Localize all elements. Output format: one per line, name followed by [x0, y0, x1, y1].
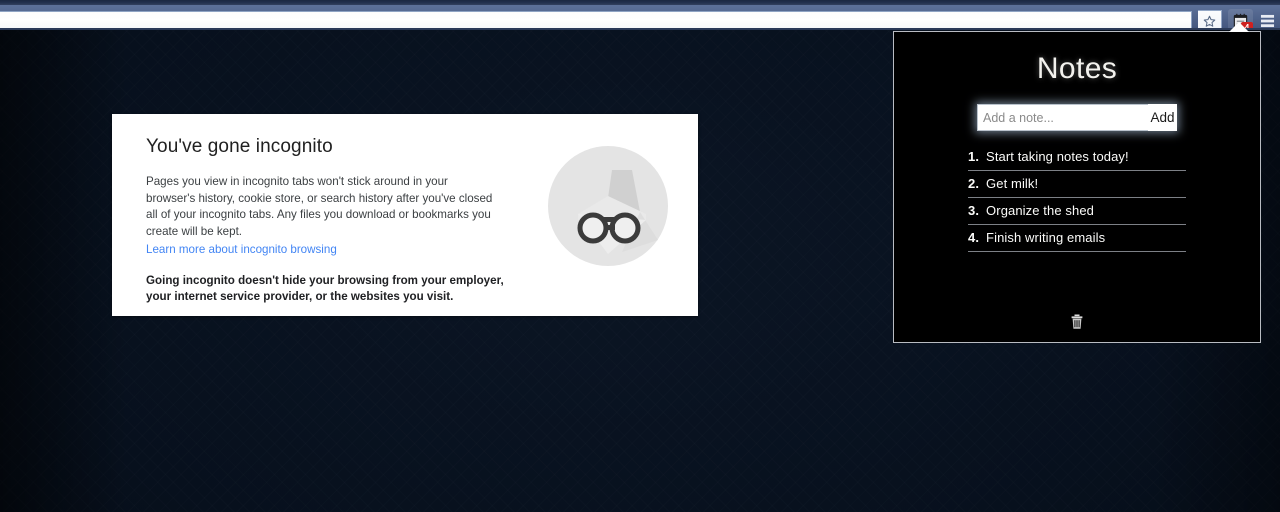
note-text: Start taking notes today! — [986, 149, 1129, 164]
incognito-description: Pages you view in incognito tabs won't s… — [146, 175, 493, 238]
browser-toolbar: 4 — [0, 5, 1280, 34]
notes-list: 1. Start taking notes today! 2. Get milk… — [968, 144, 1186, 252]
note-text: Get milk! — [986, 176, 1039, 191]
popup-pointer-arrow — [1229, 22, 1249, 32]
delete-all-notes-button[interactable] — [894, 314, 1260, 330]
note-index: 3. — [968, 203, 980, 218]
note-text: Finish writing emails — [986, 230, 1106, 245]
add-note-row: Add — [977, 104, 1177, 131]
incognito-hat-glasses-icon — [548, 146, 668, 266]
note-index: 2. — [968, 176, 980, 191]
hamburger-menu-icon — [1260, 14, 1275, 28]
note-list-item[interactable]: 3. Organize the shed — [968, 198, 1186, 225]
notes-extension-popup: Notes Add 1. Start taking notes today! 2… — [893, 31, 1261, 343]
note-index: 1. — [968, 149, 980, 164]
note-list-item[interactable]: 4. Finish writing emails — [968, 225, 1186, 252]
popup-title: Notes — [1036, 52, 1118, 85]
browser-window: 4 You've gone incognito Pages you view i… — [0, 0, 1280, 512]
note-text: Organize the shed — [986, 203, 1094, 218]
incognito-warning-text: Going incognito doesn't hide your browsi… — [146, 273, 504, 304]
note-index: 4. — [968, 230, 980, 245]
note-list-item[interactable]: 1. Start taking notes today! — [968, 144, 1186, 171]
note-input[interactable] — [977, 104, 1148, 131]
incognito-info-card: You've gone incognito Pages you view in … — [112, 114, 698, 316]
note-list-item[interactable]: 2. Get milk! — [968, 171, 1186, 198]
learn-more-link[interactable]: Learn more about incognito browsing — [146, 242, 337, 259]
add-note-button[interactable]: Add — [1148, 104, 1177, 131]
trash-icon — [1071, 314, 1083, 329]
